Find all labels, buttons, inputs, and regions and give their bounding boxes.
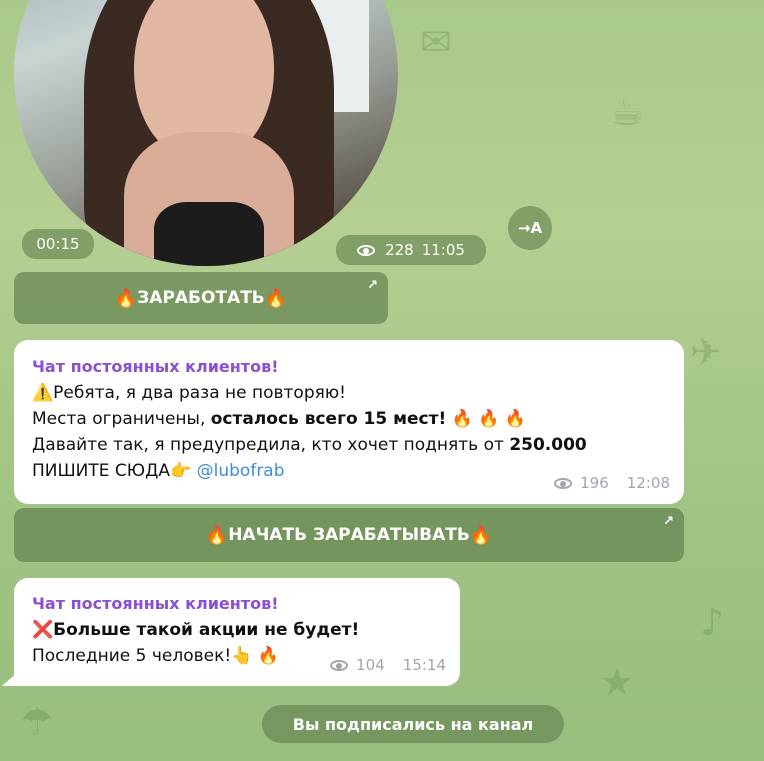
message-views: 104 [356, 656, 385, 674]
message-views: 196 [580, 474, 609, 492]
external-link-icon: ↗ [367, 278, 378, 293]
message-time: 12:08 [626, 474, 670, 492]
subscribed-notice-text: Вы подписались на канал [292, 714, 534, 734]
fire-icon: 🔥 [469, 524, 493, 546]
fire-icon: 🔥 🔥 🔥 [451, 409, 526, 429]
fire-icon: 🔥 [114, 287, 138, 309]
message-bold-text: 250.000 [509, 435, 587, 455]
message-time: 15:14 [402, 656, 446, 674]
message-text: Последние 5 человек! [32, 646, 232, 666]
views-icon [357, 244, 376, 256]
message-bubble: Чат постоянных клиентов! ⚠️Ребята, я два… [14, 340, 684, 504]
username-link[interactable]: @lubofrab [197, 461, 285, 481]
message-line: ❌Больше такой акции не будет! [32, 617, 442, 643]
video-duration: 00:15 [22, 229, 94, 259]
start-earning-button[interactable]: 🔥 НАЧАТЬ ЗАРАБАТЫВАТЬ 🔥 ↗ [14, 508, 684, 562]
earn-button[interactable]: 🔥 ЗАРАБОТАТЬ 🔥 ↗ [14, 272, 388, 324]
video-person-top [154, 202, 264, 266]
doodle-icon: ☂ [20, 700, 55, 744]
message-sender[interactable]: Чат постоянных клиентов! [32, 591, 442, 617]
message-line: Места ограничены, осталось всего 15 мест… [32, 406, 666, 432]
start-earning-button-label: НАЧАТЬ ЗАРАБАТЫВАТЬ [228, 525, 470, 545]
fire-icon: 🔥 [205, 524, 229, 546]
doodle-icon: ✈ [690, 330, 722, 374]
fire-icon: 🔥 [264, 287, 288, 309]
doodle-icon: ♪ [700, 600, 725, 644]
views-icon [330, 659, 349, 671]
message-line: Давайте так, я предупредила, кто хочет п… [32, 432, 666, 458]
subscribed-notice: Вы подписались на канал [262, 705, 564, 743]
video-message[interactable] [14, 0, 398, 266]
doodle-icon: ★ [600, 660, 635, 704]
video-duration-text: 00:15 [36, 235, 80, 253]
earn-button-label: ЗАРАБОТАТЬ [137, 288, 265, 308]
views-icon [554, 477, 573, 489]
message-line: ⚠️Ребята, я два раза не повторяю! [32, 380, 666, 406]
message-text: ПИШИТЕ СЮДА [32, 461, 171, 481]
message-meta: 196 12:08 [554, 470, 670, 496]
message-bubble: Чат постоянных клиентов! ❌Больше такой а… [14, 578, 460, 686]
message-text: Давайте так, я предупредила, кто хочет п… [32, 435, 510, 455]
message-bold-text: Больше такой акции не будет! [53, 620, 360, 640]
video-meta: 228 11:05 [336, 235, 486, 265]
doodle-icon: ☕ [610, 90, 645, 134]
message-meta: 104 15:14 [330, 652, 446, 678]
pointing-right-icon: 👉 [170, 461, 192, 481]
pointing-up-icon: 👆 🔥 [231, 646, 279, 666]
video-views: 228 [385, 241, 414, 259]
video-time: 11:05 [421, 241, 465, 259]
doodle-icon: ✉ [420, 20, 452, 64]
message-text: Места ограничены, [32, 409, 211, 429]
message-sender[interactable]: Чат постоянных клиентов! [32, 354, 666, 380]
cross-icon: ❌ [32, 620, 54, 640]
external-link-icon: ↗ [663, 514, 674, 529]
warning-icon: ⚠️ [32, 383, 54, 403]
forward-button[interactable]: →A [508, 206, 552, 250]
forward-label: →A [517, 219, 543, 237]
message-text: Ребята, я два раза не повторяю! [53, 383, 346, 403]
message-bold-text: осталось всего 15 мест! [210, 409, 447, 429]
